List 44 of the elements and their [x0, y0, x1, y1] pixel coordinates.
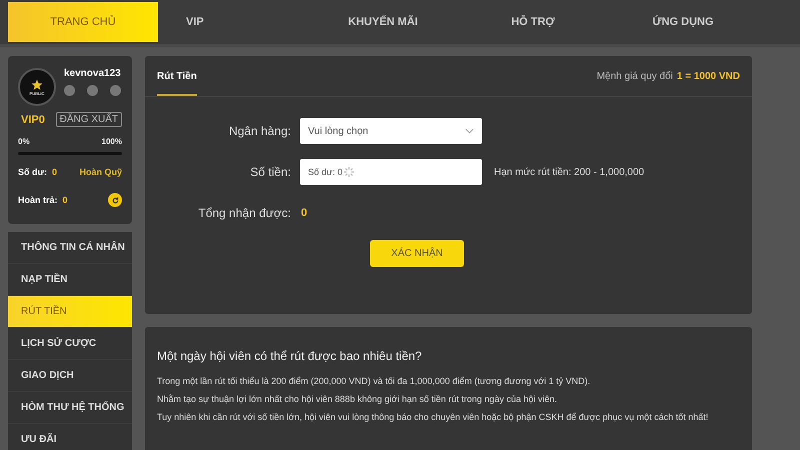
- balance-label: Số dư:: [18, 167, 48, 177]
- status-icon: [110, 85, 121, 96]
- logout-button[interactable]: ĐĂNG XUẤT: [56, 112, 122, 127]
- menu-item[interactable]: THÔNG TIN CÁ NHÂN: [8, 232, 132, 264]
- menu-item[interactable]: HÒM THƯ HỆ THỐNG: [8, 392, 132, 424]
- progress-start: 0%: [18, 137, 30, 146]
- username: kevnova123: [64, 68, 121, 79]
- status-icon: [64, 85, 75, 96]
- limit-text: Hạn mức rút tiền: 200 - 1,000,000: [494, 166, 644, 178]
- balance-value: 0: [52, 167, 58, 177]
- withdraw-tab[interactable]: Rút Tiền: [157, 56, 197, 96]
- rate-value: 1 = 1000 VND: [676, 71, 740, 82]
- info-paragraph: Trong một lần rút tối thiểu là 200 điểm (200,000 VND) và tối đa 1,000,000 điểm (tương đương với 1 tỷ VND).: [157, 376, 592, 386]
- nav-tab[interactable]: VIP: [158, 2, 308, 42]
- total-value: 0: [301, 207, 308, 219]
- nav-tab[interactable]: HỖ TRỢ: [458, 2, 608, 42]
- status-icon: [87, 85, 98, 96]
- amount-field[interactable]: Số dư: 0: [300, 159, 482, 185]
- star-icon: [31, 78, 43, 90]
- vip-level: VIP0: [20, 114, 45, 126]
- info-heading: Một ngày hội viên có thể rút được bao nhiêu tiền?: [157, 349, 423, 363]
- bank-label: Ngân hàng:: [228, 124, 292, 138]
- rebate-label: Hoàn trả:: [18, 195, 58, 205]
- progress-end: 100%: [102, 137, 122, 146]
- loading-spinner-icon: [343, 166, 355, 178]
- menu-item[interactable]: GIAO DỊCH: [8, 360, 132, 392]
- menu-item[interactable]: RÚT TIỀN: [8, 296, 132, 328]
- nav-tab[interactable]: TRANG CHỦ: [8, 2, 158, 42]
- rate-label: Mệnh giá quy đổi: [596, 71, 673, 82]
- rebate-value: 0: [62, 195, 68, 205]
- refresh-icon: [110, 196, 120, 204]
- confirm-button[interactable]: XÁC NHẬN: [370, 240, 464, 267]
- info-paragraph: Nhằm tạo sự thuận lợi lớn nhất cho hội viên 888b không giới hạn số tiền rút trong ngày của hội viên.: [157, 394, 558, 404]
- total-label: Tổng nhận được:: [197, 206, 292, 220]
- amount-label: Số tiền:: [249, 165, 292, 179]
- refresh-button[interactable]: [108, 193, 122, 207]
- refund-link[interactable]: Hoàn Quỹ: [79, 167, 122, 177]
- menu-item[interactable]: LỊCH SỬ CƯỢC: [8, 328, 132, 360]
- chevron-down-icon: [465, 128, 474, 134]
- menu-item[interactable]: ƯU ĐÃI: [8, 424, 132, 450]
- bank-select[interactable]: Vui lòng chọn: [300, 118, 482, 144]
- nav-tab[interactable]: KHUYẾN MÃI: [308, 2, 458, 42]
- nav-tab[interactable]: ỨNG DỤNG: [608, 2, 758, 42]
- info-paragraph: Tuy nhiên khi cần rút với số tiền lớn, hội viên vui lòng thông báo cho chuyên viên hoặc bộ phận CSKH để được phục vụ một cách tốt nhất!: [157, 412, 710, 422]
